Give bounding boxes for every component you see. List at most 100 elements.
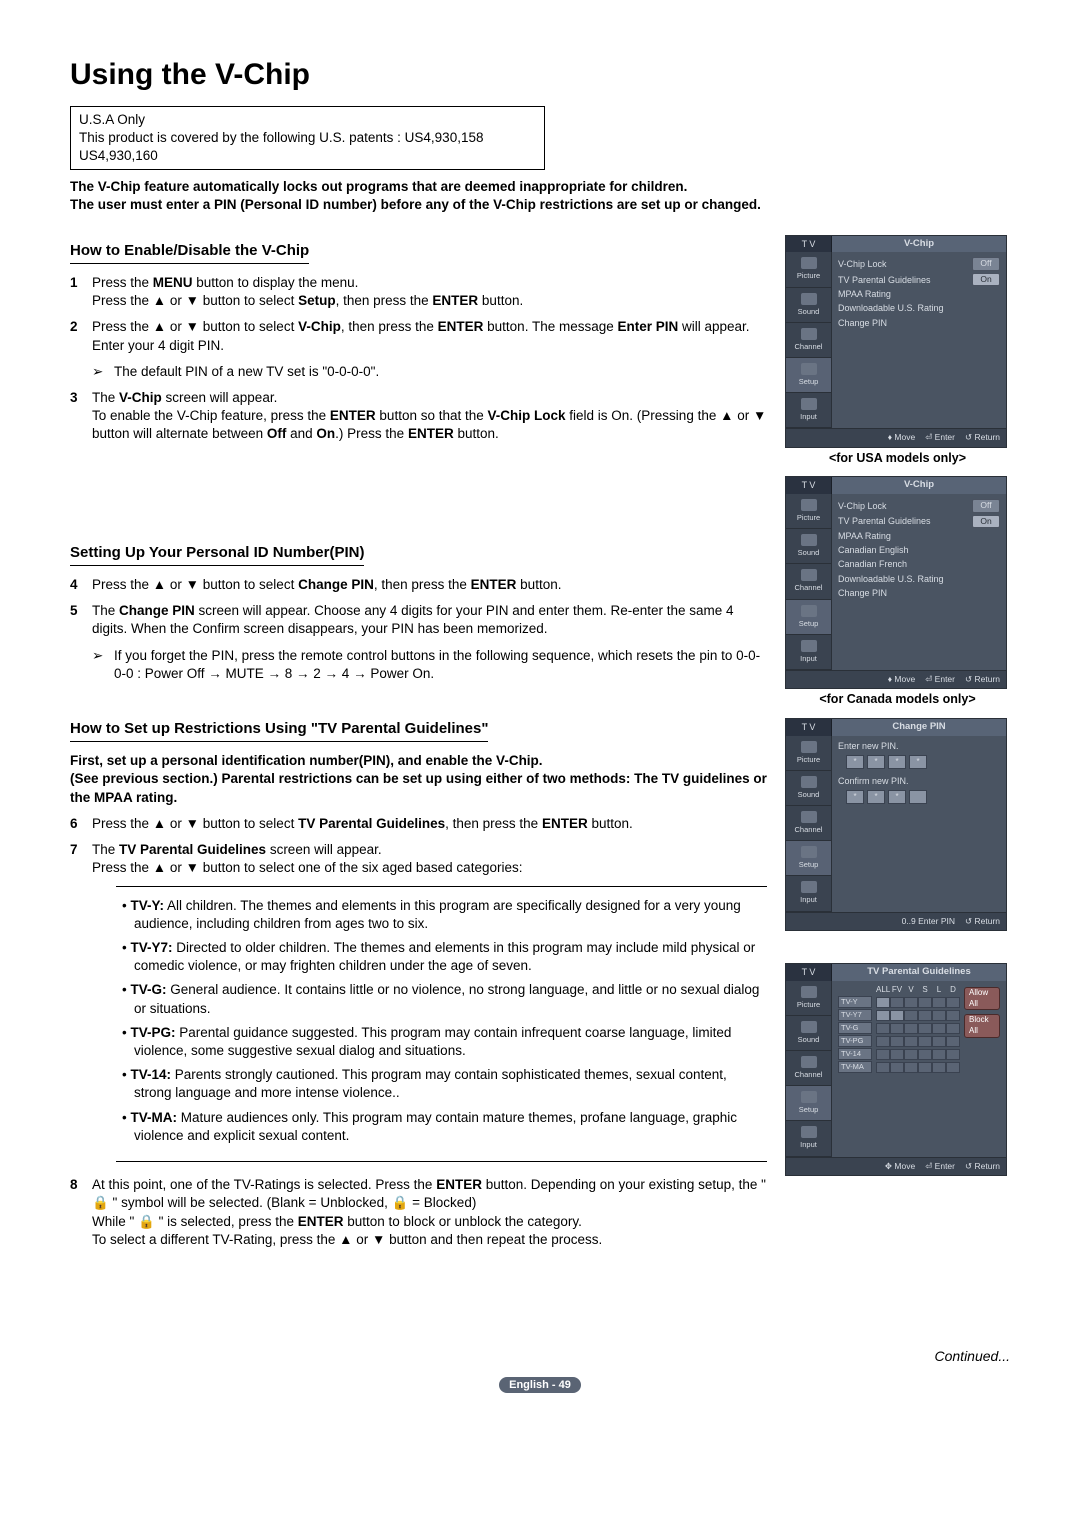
osd-menu-row[interactable]: V-Chip LockOff [838, 256, 1000, 271]
grid-cell[interactable] [876, 1023, 890, 1034]
osd-nav-item[interactable]: Channel [786, 806, 831, 841]
grid-cell[interactable] [918, 1049, 932, 1060]
grid-cell[interactable] [932, 1049, 946, 1060]
osd-row-label: MPAA Rating [838, 530, 891, 542]
grid-cell[interactable] [890, 997, 904, 1008]
osd-nav-item[interactable]: Picture [786, 252, 831, 287]
osd-row-label: Downloadable U.S. Rating [838, 573, 944, 585]
grid-cell[interactable] [876, 1062, 890, 1073]
grid-cell[interactable] [932, 997, 946, 1008]
osd-nav-item[interactable]: Picture [786, 494, 831, 529]
grid-cell[interactable] [946, 1062, 960, 1073]
osd-nav-item[interactable]: Sound [786, 529, 831, 564]
osd-nav-item[interactable]: Setup [786, 1086, 831, 1121]
osd-tvpg: T VTV Parental Guidelines PictureSoundCh… [785, 963, 1007, 1176]
grid-cell[interactable] [876, 1010, 890, 1021]
grid-cell[interactable] [946, 997, 960, 1008]
grid-cell[interactable] [890, 1049, 904, 1060]
osd-nav-item[interactable]: Channel [786, 323, 831, 358]
osd-menu-row[interactable]: TV Parental GuidelinesOn [838, 514, 1000, 529]
grid-cell[interactable] [904, 1023, 918, 1034]
step-6: 6Press the ▲ or ▼ button to select TV Pa… [70, 815, 767, 833]
grid-cell[interactable] [918, 1010, 932, 1021]
foot-enter: Enter [935, 1161, 955, 1171]
osd-menu-row[interactable]: MPAA Rating [838, 287, 1000, 301]
nav-icon [801, 257, 817, 269]
osd-menu-row[interactable]: Downloadable U.S. Rating [838, 572, 1000, 586]
osd-nav: Picture SoundChannelSetupInput [786, 736, 832, 912]
nav-label: Picture [797, 755, 820, 765]
grid-row: TV-PG [838, 1035, 960, 1048]
osd-menu-row[interactable]: Change PIN [838, 586, 1000, 600]
grid-cell[interactable] [932, 1023, 946, 1034]
enter-new-pin-cells: **** [846, 755, 1000, 769]
grid-cell[interactable] [918, 1036, 932, 1047]
osd-nav-item[interactable]: Setup [786, 600, 831, 635]
grid-cell[interactable] [876, 1049, 890, 1060]
grid-cell[interactable] [890, 1023, 904, 1034]
grid-cell[interactable] [904, 1036, 918, 1047]
osd-row-value: Off [972, 257, 1000, 270]
main-column: How to Enable/Disable the V-Chip 1Press … [70, 235, 767, 1257]
grid-cell[interactable] [890, 1062, 904, 1073]
osd-row-label: TV Parental Guidelines [838, 274, 931, 286]
nav-icon [801, 398, 817, 410]
grid-cell[interactable] [904, 1049, 918, 1060]
grid-cell[interactable] [890, 1010, 904, 1021]
grid-cell[interactable] [932, 1062, 946, 1073]
grid-cell[interactable] [932, 1036, 946, 1047]
osd-nav-item[interactable]: Input [786, 1121, 831, 1156]
osd-nav-item[interactable]: Channel [786, 1051, 831, 1086]
osd-nav: PictureSoundChannelSetupInput [786, 494, 832, 670]
osd-nav-item[interactable]: Setup [786, 358, 831, 393]
grid-cell[interactable] [904, 1010, 918, 1021]
osd-menu-row[interactable]: V-Chip LockOff [838, 498, 1000, 513]
grid-cell[interactable] [946, 1010, 960, 1021]
grid-cell[interactable] [946, 1036, 960, 1047]
block-all-button[interactable]: Block All [964, 1014, 1000, 1038]
section-tvpg-heading: How to Set up Restrictions Using "TV Par… [70, 719, 488, 742]
osd-nav-item[interactable]: Channel [786, 564, 831, 599]
step-1: 1Press the MENU button to display the me… [70, 274, 767, 310]
grid-cell[interactable] [904, 997, 918, 1008]
osd-nav-item[interactable]: Sound [786, 771, 831, 806]
osd-menu-row[interactable]: MPAA Rating [838, 529, 1000, 543]
osd-menu-row[interactable]: Canadian English [838, 543, 1000, 557]
osd-menu-row[interactable]: Downloadable U.S. Rating [838, 301, 1000, 315]
osd-vchip-usa: T VV-Chip PictureSoundChannelSetupInput … [785, 235, 1007, 448]
grid-cell[interactable] [904, 1062, 918, 1073]
osd-nav-item[interactable]: Picture [786, 981, 831, 1016]
osd-menu-row[interactable]: Canadian French [838, 557, 1000, 571]
osd-nav-item[interactable]: Input [786, 635, 831, 670]
osd-nav-item[interactable]: Input [786, 876, 831, 911]
grid-cell[interactable] [946, 1023, 960, 1034]
osd-nav-item[interactable]: Picture [786, 736, 831, 771]
osd-menu-row[interactable]: TV Parental GuidelinesOn [838, 272, 1000, 287]
step-7: 7The TV Parental Guidelines screen will … [70, 841, 767, 877]
grid-cell[interactable] [918, 1062, 932, 1073]
grid-cell[interactable] [946, 1049, 960, 1060]
osd-nav-item[interactable]: Setup [786, 841, 831, 876]
grid-cell[interactable] [918, 1023, 932, 1034]
confirm-new-pin-label: Confirm new PIN. [838, 775, 1000, 787]
nav-icon [801, 605, 817, 617]
osd-nav-item[interactable]: Input [786, 393, 831, 428]
rating-definition: • TV-MA: Mature audiences only. This pro… [122, 1109, 761, 1145]
grid-cell[interactable] [890, 1036, 904, 1047]
page-number: English - 49 [70, 1374, 1010, 1393]
grid-cell[interactable] [918, 997, 932, 1008]
grid-cell[interactable] [876, 997, 890, 1008]
grid-cell[interactable] [876, 1036, 890, 1047]
nav-label: Input [800, 1140, 817, 1150]
grid-cell[interactable] [932, 1010, 946, 1021]
foot-enter: Enter [935, 674, 955, 684]
step-5: 5The Change PIN screen will appear. Choo… [70, 602, 767, 638]
step-text: Press the ▲ or ▼ button to select V-Chip… [92, 318, 767, 354]
nav-label: Picture [797, 271, 820, 281]
allow-all-button[interactable]: Allow All [964, 987, 1000, 1011]
osd-nav-item[interactable]: Sound [786, 1016, 831, 1051]
intro-line1: The V-Chip feature automatically locks o… [70, 178, 1010, 196]
osd-nav-item[interactable]: Sound [786, 288, 831, 323]
osd-menu-row[interactable]: Change PIN [838, 316, 1000, 330]
nav-icon [801, 741, 817, 753]
